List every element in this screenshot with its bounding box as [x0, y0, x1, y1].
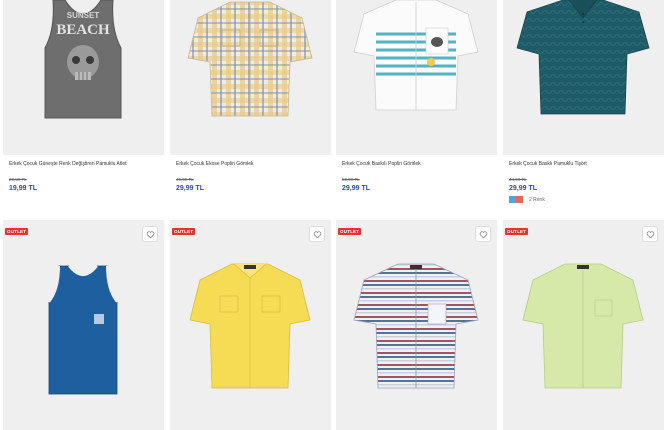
- favorite-button[interactable]: [642, 226, 658, 242]
- old-price: 29,99 TL: [9, 177, 27, 182]
- outlet-badge: OUTLET: [172, 228, 196, 235]
- product-card[interactable]: Erkek Çocuk Baskılı Poplin Gömlek 59,99 …: [336, 0, 497, 214]
- product-image[interactable]: OUTLET: [170, 220, 331, 430]
- yellow-shirt-image: [189, 263, 311, 389]
- heart-icon: [646, 230, 654, 238]
- product-image[interactable]: [170, 0, 331, 155]
- polo-shirt-image: [516, 0, 650, 115]
- product-card[interactable]: SUNSET BEACH Erkek Çocuk Güneşte Renk De…: [3, 0, 164, 214]
- current-price: 19,99 TL: [9, 185, 38, 192]
- color-count: 2 Renk: [529, 196, 545, 203]
- favorite-button[interactable]: [475, 226, 491, 242]
- printed-shirt-image: [353, 0, 479, 111]
- product-card[interactable]: Erkek Çocuk Ekose Poplin Gömlek 49,99 TL…: [170, 0, 331, 214]
- green-shirt-image: [522, 263, 644, 389]
- product-image[interactable]: [503, 0, 664, 155]
- old-price: 44,99 TL: [509, 177, 527, 182]
- outlet-badge: OUTLET: [338, 228, 362, 235]
- heart-icon: [146, 230, 154, 238]
- outlet-badge: OUTLET: [5, 228, 29, 235]
- product-card[interactable]: OUTLET: [336, 220, 497, 430]
- old-price: 49,99 TL: [176, 177, 194, 182]
- product-image[interactable]: OUTLET: [336, 220, 497, 430]
- plaid-shirt-image: [187, 1, 313, 117]
- current-price: 29,99 TL: [509, 185, 538, 192]
- favorite-button[interactable]: [309, 226, 325, 242]
- product-title[interactable]: Erkek Çocuk Baskılı Poplin Gömlek: [342, 161, 421, 168]
- product-grid: SUNSET BEACH Erkek Çocuk Güneşte Renk De…: [0, 0, 672, 430]
- heart-icon: [479, 230, 487, 238]
- old-price: 59,99 TL: [342, 177, 360, 182]
- heart-icon: [313, 230, 321, 238]
- striped-shirt-image: [353, 263, 479, 389]
- tank-print-line1: SUNSET: [67, 11, 100, 20]
- current-price: 29,99 TL: [342, 185, 371, 192]
- color-options[interactable]: 2 Renk: [509, 196, 545, 203]
- tank-print-line2: BEACH: [56, 22, 110, 38]
- product-image[interactable]: [336, 0, 497, 155]
- product-image[interactable]: SUNSET BEACH: [3, 0, 164, 155]
- product-title[interactable]: Erkek Çocuk Basklı Pamuklu Tişört: [509, 161, 587, 168]
- product-title[interactable]: Erkek Çocuk Güneşte Renk Değiştiren Pamu…: [9, 161, 127, 168]
- product-title[interactable]: Erkek Çocuk Ekose Poplin Gömlek: [176, 161, 254, 168]
- product-image[interactable]: OUTLET: [503, 220, 664, 430]
- current-price: 29,99 TL: [176, 185, 205, 192]
- favorite-button[interactable]: [142, 226, 158, 242]
- outlet-badge: OUTLET: [505, 228, 529, 235]
- product-info: Erkek Çocuk Ekose Poplin Gömlek 49,99 TL…: [170, 155, 331, 214]
- product-info: Erkek Çocuk Güneşte Renk Değiştiren Pamu…: [3, 155, 164, 214]
- product-card[interactable]: Erkek Çocuk Basklı Pamuklu Tişört 44,99 …: [503, 0, 664, 214]
- product-card[interactable]: OUTLET: [3, 220, 164, 430]
- product-image[interactable]: OUTLET: [3, 220, 164, 430]
- product-info: Erkek Çocuk Basklı Pamuklu Tişört 44,99 …: [503, 155, 664, 214]
- product-card[interactable]: OUTLET: [503, 220, 664, 430]
- product-info: Erkek Çocuk Baskılı Poplin Gömlek 59,99 …: [336, 155, 497, 214]
- color-swatch[interactable]: [509, 196, 523, 203]
- blue-tank-top-image: [48, 265, 118, 395]
- tank-top-gray-image: SUNSET BEACH: [44, 0, 122, 119]
- product-card[interactable]: OUTLET: [170, 220, 331, 430]
